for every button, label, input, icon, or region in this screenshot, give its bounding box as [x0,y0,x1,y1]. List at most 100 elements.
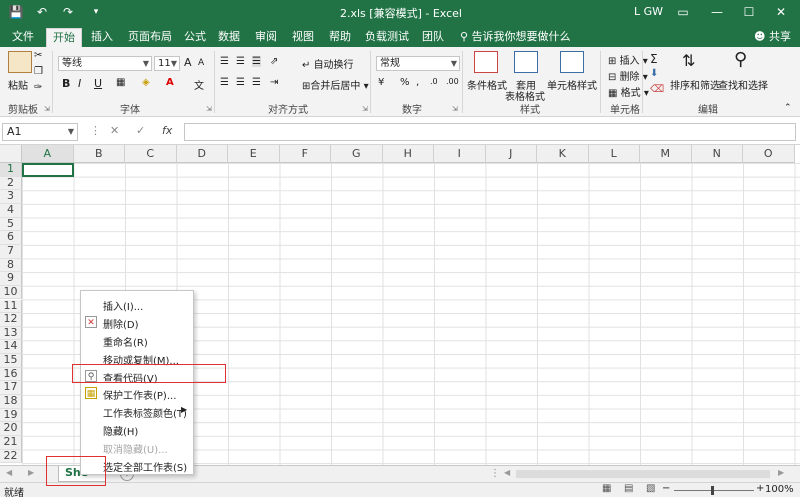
close-icon[interactable]: ✕ [766,2,796,22]
row-header[interactable]: 3 [0,190,22,204]
tab-insert[interactable]: 插入 [84,28,120,47]
tell-me-search[interactable]: ⚲ 告诉我你想要做什么 [460,28,571,44]
horizontal-scrollbar[interactable] [516,470,770,478]
find-select-button[interactable]: 查找和选择 [718,77,768,92]
align-center-icon[interactable]: ☰ [236,77,245,88]
hscroll-left-icon[interactable]: ◀ [504,468,510,477]
font-size-select[interactable]: 11 ▼ [154,56,180,71]
menu-protect-sheet[interactable]: 保护工作表(P)... [103,387,176,402]
column-header[interactable]: E [228,145,280,163]
scroll-left-icon[interactable]: ◀ [6,468,12,477]
copy-icon[interactable]: ❐ [34,66,43,77]
column-header[interactable]: G [331,145,383,163]
tab-file[interactable]: 文件 [6,28,40,47]
tab-load-test[interactable]: 负载测试 [362,28,412,47]
minimize-icon[interactable]: — [702,2,732,22]
active-cell[interactable] [22,163,74,177]
row-header[interactable]: 20 [0,422,22,436]
cell-styles-button[interactable]: 单元格样式 [547,77,597,92]
maximize-icon[interactable]: ☐ [734,2,764,22]
tab-page-layout[interactable]: 页面布局 [122,28,178,47]
row-header[interactable]: 2 [0,176,22,191]
tab-view[interactable]: 视图 [286,28,320,47]
zoom-level[interactable]: 100% [765,484,794,495]
increase-decimal-icon[interactable]: .0 [430,77,438,86]
row-header[interactable]: 14 [0,340,22,355]
normal-view-icon[interactable]: ▦ [602,483,611,494]
percent-button[interactable]: % [400,77,410,88]
undo-icon[interactable]: ↶ [34,4,50,20]
row-header[interactable]: 5 [0,217,22,232]
number-launcher-icon[interactable]: ⇲ [452,105,458,113]
align-middle-icon[interactable]: ☰ [236,56,245,67]
tab-help[interactable]: 帮助 [322,28,358,47]
autosum-icon[interactable]: Σ [650,52,658,66]
zoom-in-icon[interactable]: + [756,483,764,494]
italic-button[interactable]: I [78,77,81,90]
conditional-format-icon[interactable] [474,51,498,73]
paste-icon[interactable] [8,51,32,73]
fill-color-icon[interactable]: ◈ [142,77,150,88]
column-header[interactable]: L [588,145,640,163]
format-as-table-icon[interactable] [514,51,538,73]
row-header[interactable]: 11 [0,299,22,314]
row-header[interactable]: 10 [0,285,22,300]
formula-input[interactable] [184,123,796,141]
align-top-icon[interactable]: ☰ [220,56,229,67]
column-header[interactable]: F [279,145,331,163]
find-select-icon[interactable]: ⚲ [734,49,747,70]
align-right-icon[interactable]: ☰ [252,77,261,88]
menu-tab-color[interactable]: 工作表标签颜色(T) [103,405,187,420]
font-color-icon[interactable]: A [166,77,174,88]
column-header[interactable]: C [125,145,177,163]
row-header[interactable]: 6 [0,231,22,245]
menu-select-all-sheets[interactable]: 选定全部工作表(S) [103,459,187,474]
fill-icon[interactable]: ⬇ [650,68,658,79]
row-header[interactable]: 9 [0,272,22,286]
row-header[interactable]: 1 [0,163,22,177]
ribbon-options-icon[interactable]: ▭ [668,2,698,22]
shrink-font-button[interactable]: A [198,58,204,68]
share-button[interactable]: ☻ 共享 [754,28,791,44]
sort-filter-icon[interactable]: ⇅ [682,51,695,70]
align-left-icon[interactable]: ☰ [220,77,229,88]
wrap-text-button[interactable]: ↵ 自动换行 [302,56,354,71]
merge-center-button[interactable]: ⊞合并后居中 ▾ [302,77,369,92]
row-header[interactable]: 8 [0,258,22,273]
align-bottom-icon[interactable]: ☰ [252,56,261,67]
select-all-corner[interactable] [0,145,22,163]
phonetic-icon[interactable]: 文 [194,77,204,92]
border-icon[interactable]: ▦ [116,77,125,88]
column-header[interactable]: O [743,145,795,163]
row-header[interactable]: 12 [0,313,22,327]
grow-font-button[interactable]: A [184,56,192,69]
orientation-icon[interactable]: ⇗ [270,56,278,67]
sort-filter-button[interactable]: 排序和筛选 [670,77,720,92]
page-layout-view-icon[interactable]: ▤ [624,483,633,494]
format-painter-icon[interactable]: ✑ [34,82,42,93]
row-header[interactable]: 21 [0,436,22,450]
decrease-decimal-icon[interactable]: .00 [446,77,459,86]
row-header[interactable]: 13 [0,326,22,341]
redo-icon[interactable]: ↷ [60,4,76,20]
tab-formulas[interactable]: 公式 [178,28,212,47]
font-launcher-icon[interactable]: ⇲ [206,105,212,113]
column-header[interactable]: M [640,145,692,163]
row-header[interactable]: 7 [0,245,22,259]
row-header[interactable]: 19 [0,408,22,423]
customize-toolbar-icon[interactable]: ▾ [88,4,104,20]
row-header[interactable]: 15 [0,354,22,368]
currency-icon[interactable]: ¥ [378,77,384,88]
column-header[interactable]: N [691,145,743,163]
zoom-out-icon[interactable]: − [662,483,670,494]
user-name[interactable]: L GW [634,5,663,18]
tab-home[interactable]: 开始 [46,28,82,47]
save-icon[interactable]: 💾 [8,4,24,20]
cell-styles-icon[interactable] [560,51,584,73]
zoom-slider[interactable] [674,490,754,491]
cancel-icon[interactable]: ✕ [110,124,119,137]
comma-icon[interactable]: , [416,77,419,88]
paste-button[interactable]: 粘贴 [8,77,28,92]
tab-review[interactable]: 审阅 [248,28,284,47]
clipboard-launcher-icon[interactable]: ⇲ [44,105,50,113]
